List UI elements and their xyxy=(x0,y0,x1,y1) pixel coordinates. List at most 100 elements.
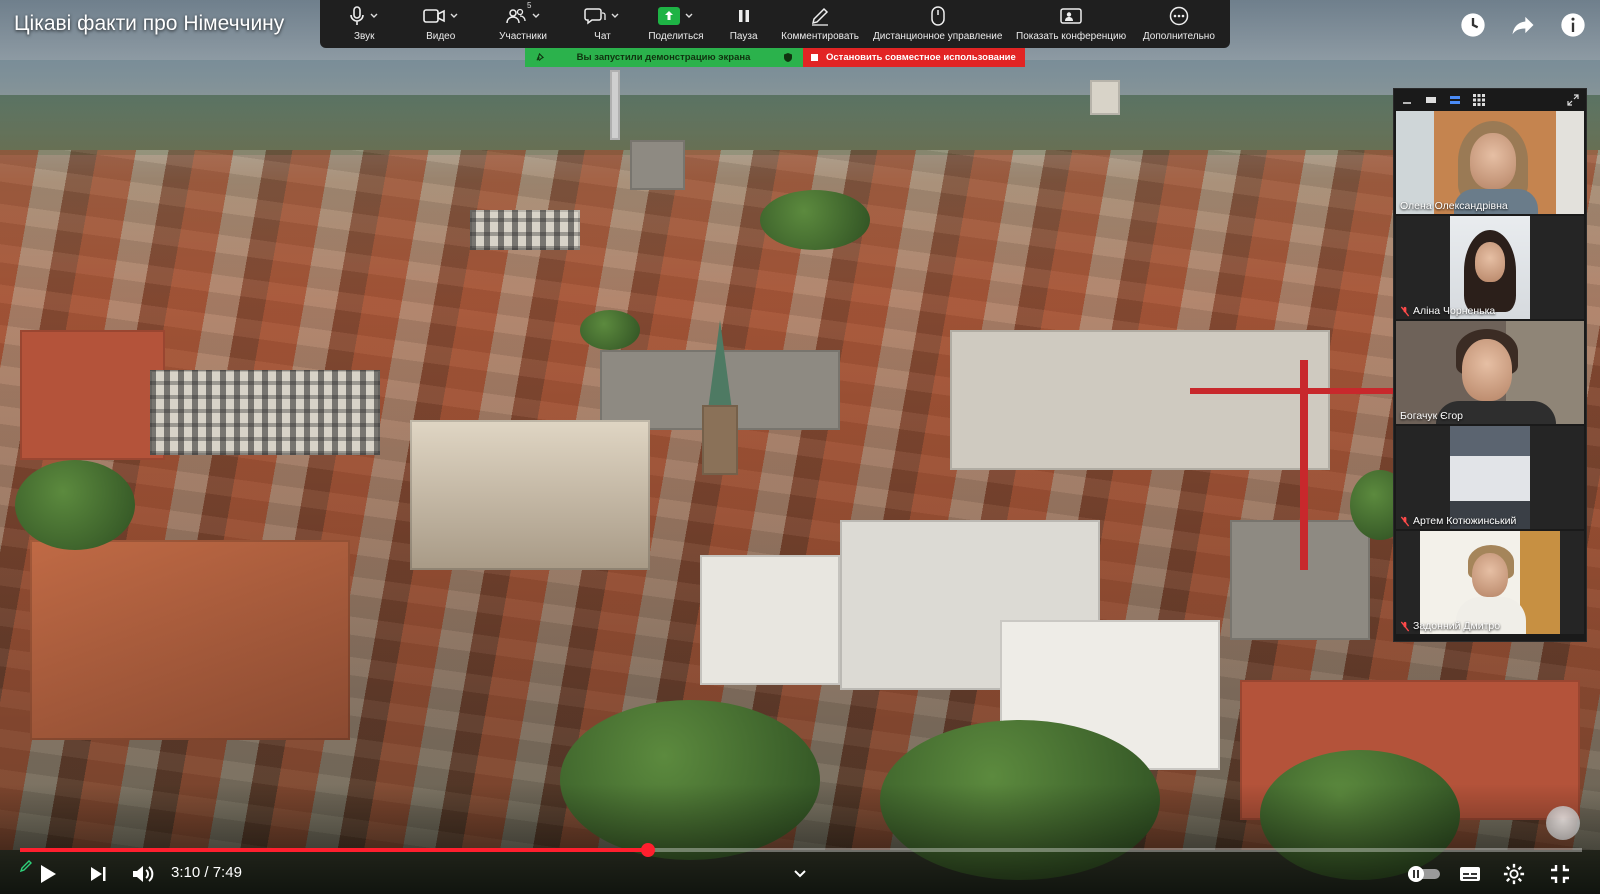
video-progress-bar[interactable] xyxy=(20,843,1582,857)
exit-fullscreen-button[interactable] xyxy=(1548,862,1572,886)
screen-share-banner: Вы запустили демонстрацию экрана Останов… xyxy=(525,48,1025,67)
stop-sharing-button[interactable]: Остановить совместное использование xyxy=(803,48,1025,67)
play-button[interactable] xyxy=(36,862,60,886)
participant-tile-active-speaker[interactable]: Богачук Єгор xyxy=(1396,321,1584,424)
chevron-down-icon[interactable] xyxy=(684,11,694,21)
participant-tile[interactable]: Олена Олександрівна xyxy=(1396,111,1584,214)
zoom-meeting-toolbar: Звук Видео 5 Участники Чат Поделиться Па… xyxy=(320,0,1230,48)
youtube-top-actions xyxy=(1458,10,1588,40)
chapters-chevron-icon[interactable] xyxy=(793,866,807,884)
building xyxy=(470,210,580,250)
chevron-down-icon[interactable] xyxy=(369,11,379,21)
participants-count: 5 xyxy=(526,1,532,10)
more-button[interactable]: Дополнительно xyxy=(1134,0,1224,48)
participants-icon xyxy=(506,8,526,24)
show-meeting-button[interactable]: Показать конференцию xyxy=(1008,0,1133,48)
shield-icon xyxy=(783,53,792,62)
video-label: Видео xyxy=(426,31,456,42)
annotate-label: Комментировать xyxy=(781,31,860,42)
share-label: Поделиться xyxy=(648,31,704,42)
progress-scrubber-handle[interactable] xyxy=(640,843,655,857)
gear-icon xyxy=(1503,863,1525,885)
participant-face xyxy=(1470,133,1516,189)
building-white-left xyxy=(150,370,380,455)
building-tall-left xyxy=(20,330,165,460)
single-view-icon[interactable] xyxy=(1424,93,1438,107)
share-arrow-icon[interactable] xyxy=(1508,10,1538,40)
muted-mic-icon xyxy=(1400,516,1410,526)
participant-face xyxy=(1462,339,1512,401)
chat-icon xyxy=(584,8,607,25)
subtitles-button[interactable] xyxy=(1458,864,1482,884)
muted-mic-icon xyxy=(1400,306,1410,316)
watch-later-clock-icon[interactable] xyxy=(1458,10,1488,40)
pause-share-button[interactable]: Пауза xyxy=(714,0,773,48)
chevron-down-icon[interactable] xyxy=(449,11,459,21)
participant-tile[interactable]: Аліна Чорненька xyxy=(1396,216,1584,319)
participants-video-panel: Олена Олександрівна Аліна Чорненька Бога… xyxy=(1393,88,1587,642)
show-meeting-icon xyxy=(1060,8,1082,24)
skip-next-icon xyxy=(91,867,106,881)
share-screen-icon xyxy=(657,7,680,25)
autoplay-toggle-icon xyxy=(1408,866,1440,882)
church-spire xyxy=(708,320,732,410)
tree xyxy=(580,310,640,350)
chimney xyxy=(610,70,620,140)
more-icon xyxy=(1169,6,1189,26)
volume-icon xyxy=(133,866,154,882)
participant-video xyxy=(1450,426,1530,529)
chevron-down-icon[interactable] xyxy=(531,11,541,21)
video-button[interactable]: Видео xyxy=(402,0,478,48)
next-button[interactable] xyxy=(86,862,110,886)
sharing-status-text: Вы запустили демонстрацию экрана xyxy=(576,52,751,63)
participant-face xyxy=(1472,553,1508,597)
minimize-icon[interactable] xyxy=(1400,93,1414,107)
duration: 7:49 xyxy=(212,864,242,881)
volume-button[interactable] xyxy=(130,862,156,886)
current-time: 3:10 xyxy=(171,864,201,881)
expand-icon[interactable] xyxy=(1566,93,1580,107)
tree xyxy=(760,190,870,250)
share-screen-button[interactable]: Поделиться xyxy=(638,0,714,48)
prinzipalmarkt-gables xyxy=(410,420,650,570)
muted-mic-icon xyxy=(1400,621,1410,631)
audio-button[interactable]: Звук xyxy=(326,0,402,48)
tree xyxy=(15,460,135,550)
participants-label: Участники xyxy=(499,31,547,42)
participants-button[interactable]: 5 Участники xyxy=(479,0,567,48)
pause-icon xyxy=(738,10,749,22)
participant-face xyxy=(1475,242,1505,282)
audio-label: Звук xyxy=(353,31,375,42)
participant-name: Богачук Єгор xyxy=(1400,410,1463,422)
remote-control-icon xyxy=(930,6,945,26)
info-icon[interactable] xyxy=(1558,10,1588,40)
strip-view-icon[interactable] xyxy=(1448,93,1462,107)
panel-header xyxy=(1394,89,1586,111)
chat-button[interactable]: Чат xyxy=(567,0,638,48)
progress-played xyxy=(20,848,648,852)
stop-sharing-label: Остановить совместное использование xyxy=(826,52,1016,63)
chevron-down-icon[interactable] xyxy=(610,11,620,21)
pin-icon[interactable] xyxy=(535,53,544,62)
pause-label: Пауза xyxy=(729,31,758,42)
edit-pen-icon[interactable] xyxy=(18,858,34,874)
participant-tile[interactable]: Задонний Дмитро xyxy=(1396,531,1584,634)
exit-fullscreen-icon xyxy=(1551,865,1569,883)
participant-tile[interactable]: Артем Котюжинський xyxy=(1396,426,1584,529)
white-building xyxy=(700,555,840,685)
video-frame[interactable] xyxy=(0,0,1600,894)
grid-view-icon[interactable] xyxy=(1472,93,1486,107)
video-title[interactable]: Цікаві факти про Німеччину xyxy=(14,12,284,36)
stop-square-icon xyxy=(811,54,818,61)
autoplay-toggle[interactable] xyxy=(1406,864,1442,884)
more-label: Дополнительно xyxy=(1142,31,1215,42)
remote-control-button[interactable]: Дистанционное управление xyxy=(867,0,1008,48)
annotate-button[interactable]: Комментировать xyxy=(773,0,867,48)
sharing-status: Вы запустили демонстрацию экрана xyxy=(525,48,803,67)
settings-button[interactable] xyxy=(1502,862,1526,886)
remote-control-label: Дистанционное управление xyxy=(873,31,1003,42)
building xyxy=(1090,80,1120,115)
church-tower xyxy=(702,405,738,475)
large-complex xyxy=(950,330,1330,470)
channel-watermark-icon[interactable] xyxy=(1546,806,1580,840)
